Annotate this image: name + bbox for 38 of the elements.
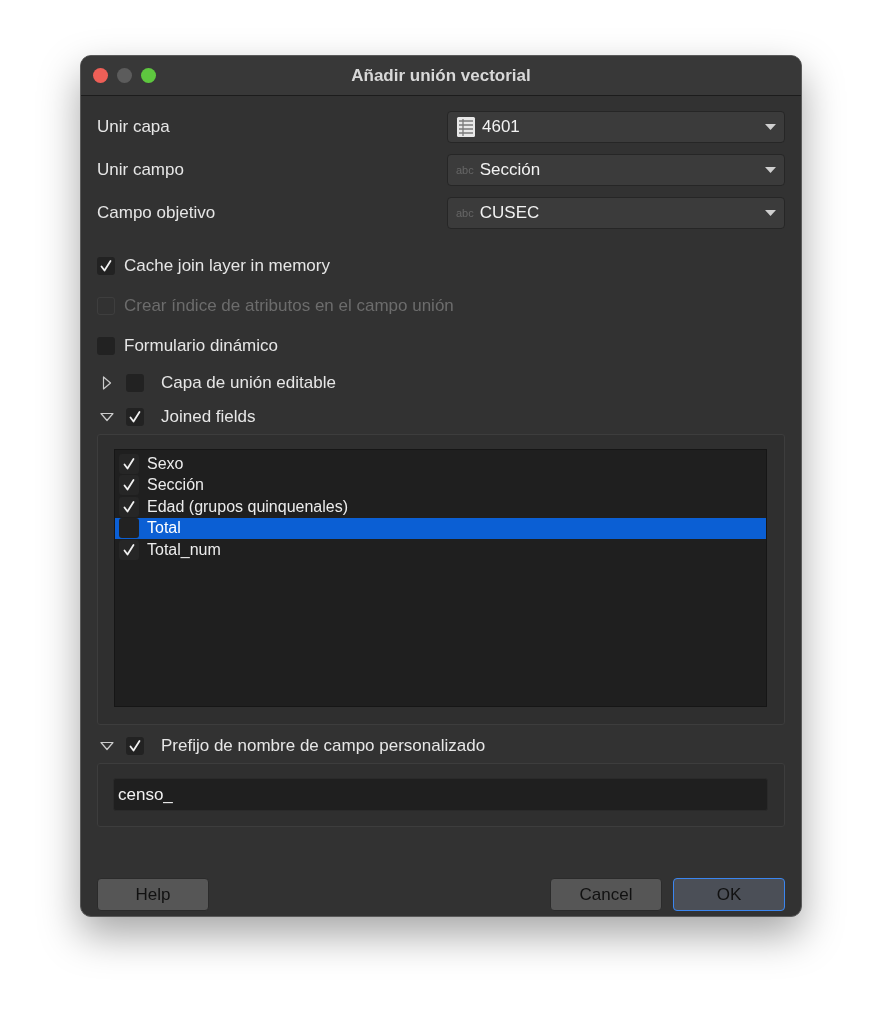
checkbox[interactable] — [119, 475, 139, 496]
checkbox[interactable] — [119, 539, 139, 560]
section-label: Joined fields — [161, 407, 256, 427]
field-name: Edad (grupos quinquenales) — [147, 497, 349, 516]
checkbox[interactable] — [119, 496, 139, 517]
caret-icon — [765, 167, 776, 173]
expand-arrow-icon[interactable] — [100, 376, 114, 390]
input-field[interactable]: censo_ — [113, 778, 768, 811]
checkbox[interactable] — [126, 737, 144, 755]
checkbox-label: Cache join layer in memory — [124, 256, 330, 276]
collapse-arrow-icon[interactable] — [100, 739, 114, 753]
checkbox[interactable] — [97, 257, 115, 275]
field-label: Campo objetivo — [97, 203, 216, 223]
caret-icon — [765, 124, 776, 130]
checkbox[interactable] — [119, 453, 139, 474]
collapse-arrow-icon[interactable] — [100, 410, 114, 424]
list-row[interactable]: Total — [115, 517, 766, 539]
dropdown-value: CUSEC — [479, 203, 541, 223]
section-label: Capa de unión editable — [161, 373, 336, 393]
close-button[interactable] — [93, 68, 108, 83]
caret-icon — [765, 210, 776, 216]
window-title: Añadir unión vectorial — [351, 65, 531, 85]
checkbox-label: Crear índice de atributos en el campo unión — [124, 296, 454, 316]
zoom-button[interactable] — [141, 68, 156, 83]
field-label: Unir campo — [97, 160, 184, 180]
dropdown-value: Sección — [479, 160, 542, 180]
field-name: Total_num — [147, 540, 221, 559]
checkbox[interactable] — [119, 518, 139, 539]
field-label: Unir capa — [97, 117, 170, 137]
dropdown[interactable]: 4601 — [447, 111, 785, 143]
field-name: Total — [147, 519, 181, 538]
table-icon — [456, 116, 476, 138]
field-name: Sexo — [147, 454, 184, 473]
checkbox-label: Formulario dinámico — [124, 336, 278, 356]
section-label: Prefijo de nombre de campo personalizado — [161, 736, 486, 756]
dropdown-value: 4601 — [482, 117, 521, 137]
checkbox[interactable] — [126, 408, 144, 426]
field-name: Sección — [147, 476, 204, 495]
